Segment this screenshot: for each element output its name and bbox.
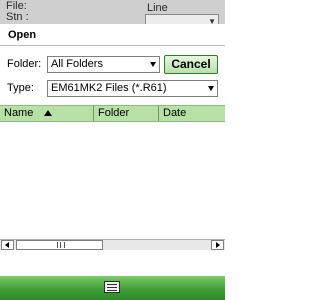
column-header-date[interactable]: Date — [158, 106, 225, 121]
sort-ascending-icon — [44, 110, 52, 116]
folder-dropdown[interactable]: All Folders — [47, 56, 160, 73]
background-station-label: Stn : — [6, 11, 29, 23]
horizontal-scrollbar[interactable] — [0, 239, 225, 250]
dialog-title: Open — [8, 29, 37, 41]
scrollbar-thumb[interactable] — [16, 240, 103, 250]
keyboard-icon[interactable] — [104, 281, 120, 293]
type-label: Type: — [7, 82, 34, 94]
folder-dropdown-value: All Folders — [51, 58, 103, 70]
type-dropdown[interactable]: EM61MK2 Files (*.R61) — [47, 80, 218, 97]
column-header-folder[interactable]: Folder — [93, 106, 158, 121]
type-dropdown-value: EM61MK2 Files (*.R61) — [51, 82, 167, 94]
chevron-down-icon — [150, 62, 156, 67]
scroll-left-button[interactable] — [1, 240, 14, 250]
column-header-name[interactable]: Name — [0, 106, 93, 121]
folder-label: Folder: — [7, 58, 42, 70]
background-line-dropdown: ▼ — [145, 14, 219, 24]
column-header-name-label: Name — [4, 107, 34, 119]
background-line-label: Line — [147, 2, 168, 14]
file-list-header: Name Folder Date — [0, 105, 225, 122]
grip-icon — [57, 242, 65, 248]
soft-key-bar — [0, 276, 225, 300]
cancel-button[interactable]: Cancel — [164, 55, 218, 74]
title-divider — [0, 45, 225, 46]
open-dialog: Open Folder: All Folders Cancel Type: EM… — [0, 24, 225, 300]
scroll-right-button[interactable] — [211, 240, 224, 250]
chevron-down-icon — [208, 86, 214, 91]
background-app: File: Stn : Line ▼ — [0, 0, 225, 24]
